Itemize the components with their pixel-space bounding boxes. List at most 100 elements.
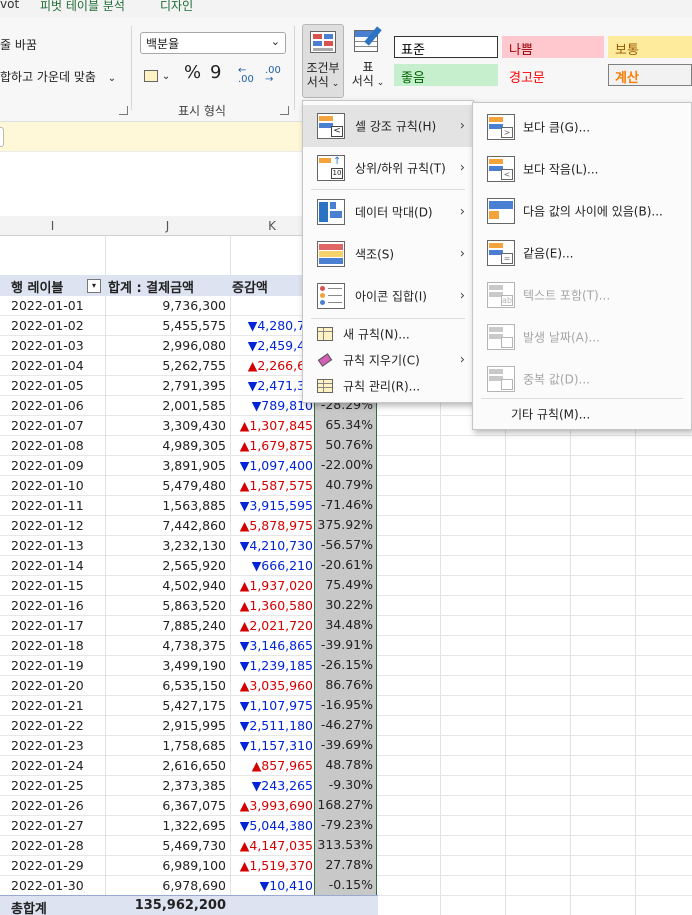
top-bottom-icon: 10 ↑ — [317, 155, 345, 181]
row-change-pct: -56.57% — [314, 535, 377, 556]
table-row[interactable]: 2022-01-11 1,563,885 ▼3,915,595 -71.46% — [0, 495, 378, 516]
filter-dropdown-icon[interactable]: ▾ — [87, 279, 101, 293]
row-change-pct: 40.79% — [314, 475, 377, 496]
column-header-I[interactable]: I — [0, 216, 105, 236]
style-warning[interactable]: 경고문 — [502, 64, 604, 86]
table-row[interactable]: 2022-01-08 4,989,305 ▲1,679,875 50.76% — [0, 435, 378, 456]
row-date: 2022-01-05 — [11, 378, 84, 393]
menu-item-top-bottom[interactable]: 10 ↑ 상위/하위 규칙(T) › — [303, 147, 473, 189]
table-row[interactable]: 2022-01-24 2,616,650 ▲857,965 48.78% — [0, 755, 378, 776]
percent-style-button[interactable]: % — [184, 62, 201, 83]
table-row[interactable]: 2022-01-12 7,442,860 ▲5,878,975 375.92% — [0, 515, 378, 536]
submenu-item-greater-than[interactable]: > 보다 큼(G)... — [473, 107, 691, 147]
menu-item-new-rule[interactable]: 새 규칙(N)... — [303, 321, 473, 347]
menu-item-icon-sets[interactable]: 아이콘 집합(I) › — [303, 275, 473, 317]
style-bad[interactable]: 나쁨 — [502, 36, 604, 58]
increase-decimal-icon[interactable]: ← .00 — [238, 66, 254, 85]
row-change-pct: -22.00% — [314, 455, 377, 476]
table-row[interactable]: 2022-01-17 7,885,240 ▲2,021,720 34.48% — [0, 615, 378, 636]
number-format-select[interactable]: 백분율 ⌄ — [140, 32, 286, 54]
comma-style-button[interactable]: 9 — [210, 62, 221, 83]
table-row[interactable]: 2022-01-13 3,232,130 ▼4,210,730 -56.57% — [0, 535, 378, 556]
ribbon-tab-strip: vot 피벗 테이블 분석 디자인 — [0, 0, 692, 18]
row-change: ▼243,265 — [251, 778, 313, 793]
row-change-pct: 30.22% — [314, 595, 377, 616]
submenu-item-between[interactable]: 다음 값의 사이에 있음(B)... — [473, 191, 691, 231]
row-date: 2022-01-15 — [11, 578, 84, 593]
conditional-formatting-button[interactable]: 조건부 서식 ⌄ — [302, 24, 344, 98]
chevron-down-icon: ⌄ — [328, 79, 340, 89]
chevron-right-icon: › — [459, 204, 465, 220]
table-row[interactable]: 2022-01-07 3,309,430 ▲1,307,845 65.34% — [0, 415, 378, 436]
menu-item-label: 데이터 막대(D) — [355, 205, 433, 220]
row-change: ▲1,679,875 — [239, 438, 313, 453]
conditional-formatting-menu: < 셀 강조 규칙(H) › 10 ↑ 상위/하위 규칙(T) › 데이터 막대… — [302, 100, 474, 403]
decrease-decimal-icon[interactable]: .00 → — [265, 66, 281, 85]
row-total: 3,891,905 — [162, 458, 226, 473]
submenu-item-date-occurring[interactable]: 발생 날짜(A)... — [473, 317, 691, 357]
chevron-down-icon[interactable]: ⌄ — [108, 73, 116, 84]
table-row[interactable]: 2022-01-23 1,758,685 ▼1,157,310 -39.69% — [0, 735, 378, 756]
number-format-value: 백분율 — [146, 37, 180, 51]
gridline — [378, 535, 692, 536]
table-row[interactable]: 2022-01-10 5,479,480 ▲1,587,575 40.79% — [0, 475, 378, 496]
style-calculation[interactable]: 계산 — [608, 64, 692, 86]
table-row[interactable]: 2022-01-26 6,367,075 ▲3,993,690 168.27% — [0, 795, 378, 816]
row-change: ▼1,239,185 — [239, 658, 313, 673]
tab-pivot-cut[interactable]: vot — [0, 0, 19, 11]
row-change-pct: -79.23% — [314, 815, 377, 836]
gridline — [378, 855, 692, 856]
table-row[interactable]: 2022-01-18 4,738,375 ▼3,146,865 -39.91% — [0, 635, 378, 656]
style-normal[interactable]: 표준 — [394, 36, 498, 58]
style-good[interactable]: 좋음 — [394, 64, 498, 86]
table-row[interactable]: 2022-01-20 6,535,150 ▲3,035,960 86.76% — [0, 675, 378, 696]
table-row[interactable]: 2022-01-27 1,322,695 ▼5,044,380 -79.23% — [0, 815, 378, 836]
table-row[interactable]: 2022-01-29 6,989,100 ▲1,519,370 27.78% — [0, 855, 378, 876]
table-row[interactable]: 2022-01-25 2,373,385 ▼243,265 -9.30% — [0, 775, 378, 796]
merge-center-button[interactable]: 합하고 가운데 맞춤 ⌄ — [0, 68, 116, 85]
wrap-text-button[interactable]: 줄 바꿈 — [0, 36, 37, 53]
alignment-launcher-icon[interactable] — [119, 106, 128, 115]
conditional-formatting-label: 조건부 서식 ⌄ — [303, 61, 343, 91]
table-row[interactable]: 2022-01-15 4,502,940 ▲1,937,020 75.49% — [0, 575, 378, 596]
row-change-pct: 27.78% — [314, 855, 377, 876]
table-row[interactable]: 2022-01-30 6,978,690 ▼10,410 -0.15% — [0, 875, 378, 896]
table-row[interactable]: 2022-01-16 5,863,520 ▲1,360,580 30.22% — [0, 595, 378, 616]
submenu-item-less-than[interactable]: < 보다 작음(L)... — [473, 149, 691, 189]
row-total: 2,791,395 — [162, 378, 226, 393]
row-total: 6,978,690 — [162, 878, 226, 893]
menu-item-more-rules[interactable]: 기타 규칙(M)... — [473, 401, 691, 427]
row-change-pct: 313.53% — [314, 835, 377, 856]
menu-item-label: 기타 규칙(M)... — [511, 407, 591, 422]
menu-item-data-bars[interactable]: 데이터 막대(D) › — [303, 191, 473, 233]
number-launcher-icon[interactable] — [280, 106, 289, 115]
table-row[interactable]: 2022-01-28 5,469,730 ▲4,147,035 313.53% — [0, 835, 378, 856]
menu-item-color-scales[interactable]: 색조(S) › — [303, 233, 473, 275]
name-box[interactable] — [0, 127, 4, 147]
style-neutral[interactable]: 보통 — [608, 36, 692, 58]
table-row[interactable]: 2022-01-21 5,427,175 ▼1,107,975 -16.95% — [0, 695, 378, 716]
menu-item-highlight-cells[interactable]: < 셀 강조 규칙(H) › — [303, 105, 473, 147]
submenu-item-equal-to[interactable]: = 같음(E)... — [473, 233, 691, 273]
row-change: ▲1,937,020 — [239, 578, 313, 593]
menu-item-clear-rules[interactable]: 규칙 지우기(C) › — [303, 347, 473, 373]
table-row[interactable]: 2022-01-09 3,891,905 ▼1,097,400 -22.00% — [0, 455, 378, 476]
tab-design[interactable]: 디자인 — [160, 0, 193, 14]
table-row[interactable]: 2022-01-14 2,565,920 ▼666,210 -20.61% — [0, 555, 378, 576]
tab-pivot-analyze[interactable]: 피벗 테이블 분석 — [40, 0, 125, 14]
column-header-J[interactable]: J — [105, 216, 230, 236]
merge-center-label: 합하고 가운데 맞춤 — [0, 70, 96, 84]
row-date: 2022-01-01 — [11, 298, 84, 313]
row-change-pct: 168.27% — [314, 795, 377, 816]
submenu-item-text-contains[interactable]: ab 텍스트 포함(T)... — [473, 275, 691, 315]
row-date: 2022-01-16 — [11, 598, 84, 613]
table-row[interactable]: 2022-01-19 3,499,190 ▼1,239,185 -26.15% — [0, 655, 378, 676]
submenu-item-duplicate-values[interactable]: 중복 값(D)... — [473, 359, 691, 399]
format-as-table-button[interactable]: 표 서식 ⌄ — [346, 24, 390, 98]
highlight-cells-submenu: > 보다 큼(G)... < 보다 작음(L)... 다음 값의 사이에 있음(B)..… — [472, 102, 692, 430]
table-row[interactable]: 2022-01-22 2,915,995 ▼2,511,180 -46.27% — [0, 715, 378, 736]
row-total: 3,499,190 — [162, 658, 226, 673]
menu-item-manage-rules[interactable]: 규칙 관리(R)... — [303, 373, 473, 399]
accounting-format-button[interactable]: ⌄ — [144, 68, 170, 82]
row-date: 2022-01-06 — [11, 398, 84, 413]
